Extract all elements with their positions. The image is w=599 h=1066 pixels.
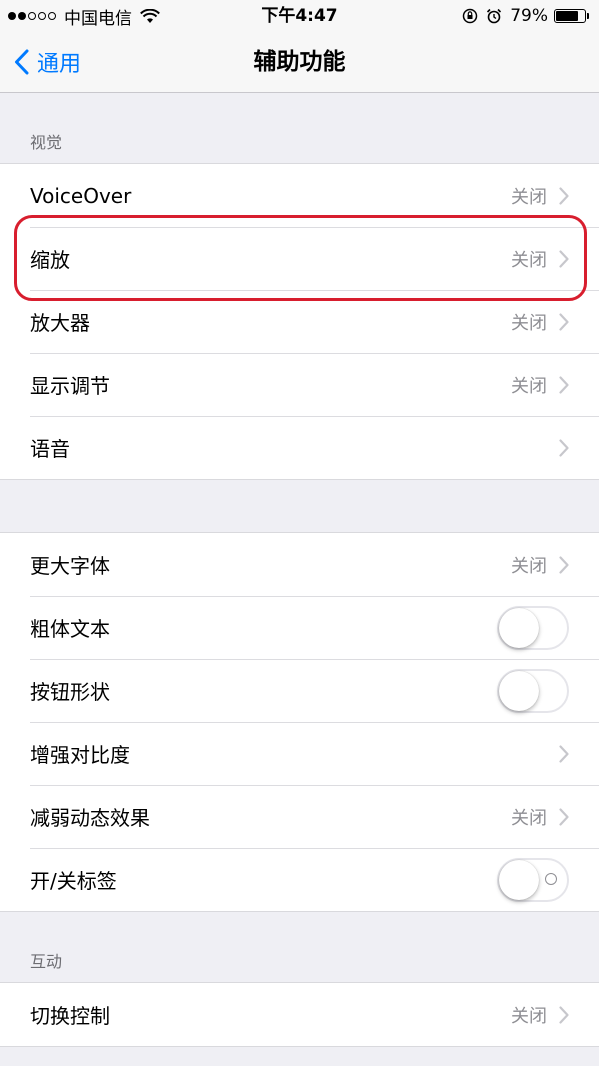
battery-icon <box>554 9 586 23</box>
page-title: 辅助功能 <box>253 49 346 75</box>
row-magnifier[interactable]: 放大器 关闭 <box>0 290 599 353</box>
section-header-vision: 视觉 <box>0 93 599 163</box>
chevron-right-icon <box>559 1005 569 1024</box>
navigation-bar: 通用 辅助功能 <box>0 32 599 93</box>
chevron-right-icon <box>559 249 569 268</box>
row-label: 显示调节 <box>30 374 110 398</box>
row-value: 关闭 <box>511 249 547 271</box>
settings-group-interaction: 切换控制 关闭 <box>0 982 599 1047</box>
row-value: 关闭 <box>511 375 547 397</box>
row-label: 语音 <box>30 437 70 461</box>
row-label: 减弱动态效果 <box>30 806 150 830</box>
row-voiceover[interactable]: VoiceOver 关闭 <box>0 164 599 227</box>
on-off-labels-toggle[interactable] <box>497 857 569 902</box>
orientation-lock-icon <box>462 8 478 24</box>
bold-text-toggle[interactable] <box>497 605 569 650</box>
battery-tip <box>587 13 589 19</box>
row-value: 关闭 <box>511 807 547 829</box>
row-label: 缩放 <box>30 248 70 272</box>
toggle-knob <box>499 670 539 711</box>
row-reduce-motion[interactable]: 减弱动态效果 关闭 <box>0 785 599 848</box>
row-value: 关闭 <box>511 555 547 577</box>
chevron-right-icon <box>559 744 569 763</box>
row-on-off-labels: 开/关标签 <box>0 848 599 911</box>
alarm-icon <box>487 8 502 24</box>
chevron-right-icon <box>559 807 569 826</box>
row-label: 放大器 <box>30 311 90 335</box>
row-display-accommodations[interactable]: 显示调节 关闭 <box>0 353 599 416</box>
battery-level <box>556 11 578 21</box>
section-header-interaction: 互动 <box>0 912 599 982</box>
status-right: 79% <box>462 4 589 28</box>
row-label: 粗体文本 <box>30 617 110 641</box>
row-label: 切换控制 <box>30 1004 110 1028</box>
row-increase-contrast[interactable]: 增强对比度 <box>0 722 599 785</box>
row-label: 更大字体 <box>30 554 110 578</box>
row-value: 关闭 <box>511 312 547 334</box>
row-value: 关闭 <box>511 1005 547 1027</box>
chevron-right-icon <box>559 375 569 394</box>
chevron-right-icon <box>559 555 569 574</box>
button-shapes-toggle[interactable] <box>497 668 569 713</box>
chevron-right-icon <box>559 312 569 331</box>
settings-group-text: 更大字体 关闭 粗体文本 按钮形状 增强对比度 减弱动态效果 关闭 开/关标签 <box>0 532 599 912</box>
settings-list: 视觉 VoiceOver 关闭 缩放 关闭 放大器 关闭 显示调节 关闭 语音 <box>0 93 599 1047</box>
settings-group-vision: VoiceOver 关闭 缩放 关闭 放大器 关闭 显示调节 关闭 语音 <box>0 163 599 480</box>
row-larger-text[interactable]: 更大字体 关闭 <box>0 533 599 596</box>
row-value: 关闭 <box>511 186 547 208</box>
row-button-shapes: 按钮形状 <box>0 659 599 722</box>
section-header-label: 视觉 <box>30 133 63 152</box>
row-switch-control[interactable]: 切换控制 关闭 <box>0 983 599 1046</box>
chevron-right-icon <box>559 438 569 457</box>
row-speech[interactable]: 语音 <box>0 416 599 479</box>
status-bar: 中国电信 下午4:47 79% <box>0 0 599 32</box>
off-indicator-icon <box>545 872 557 885</box>
section-header-label: 互动 <box>30 952 63 971</box>
row-bold-text: 粗体文本 <box>0 596 599 659</box>
toggle-knob <box>499 859 539 900</box>
battery-percent: 79% <box>510 6 548 26</box>
row-label: 增强对比度 <box>30 743 130 767</box>
chevron-right-icon <box>559 186 569 205</box>
row-zoom[interactable]: 缩放 关闭 <box>0 227 599 290</box>
row-label: VoiceOver <box>30 183 132 208</box>
row-label: 按钮形状 <box>30 680 110 704</box>
toggle-knob <box>499 607 539 648</box>
row-label: 开/关标签 <box>30 869 117 893</box>
